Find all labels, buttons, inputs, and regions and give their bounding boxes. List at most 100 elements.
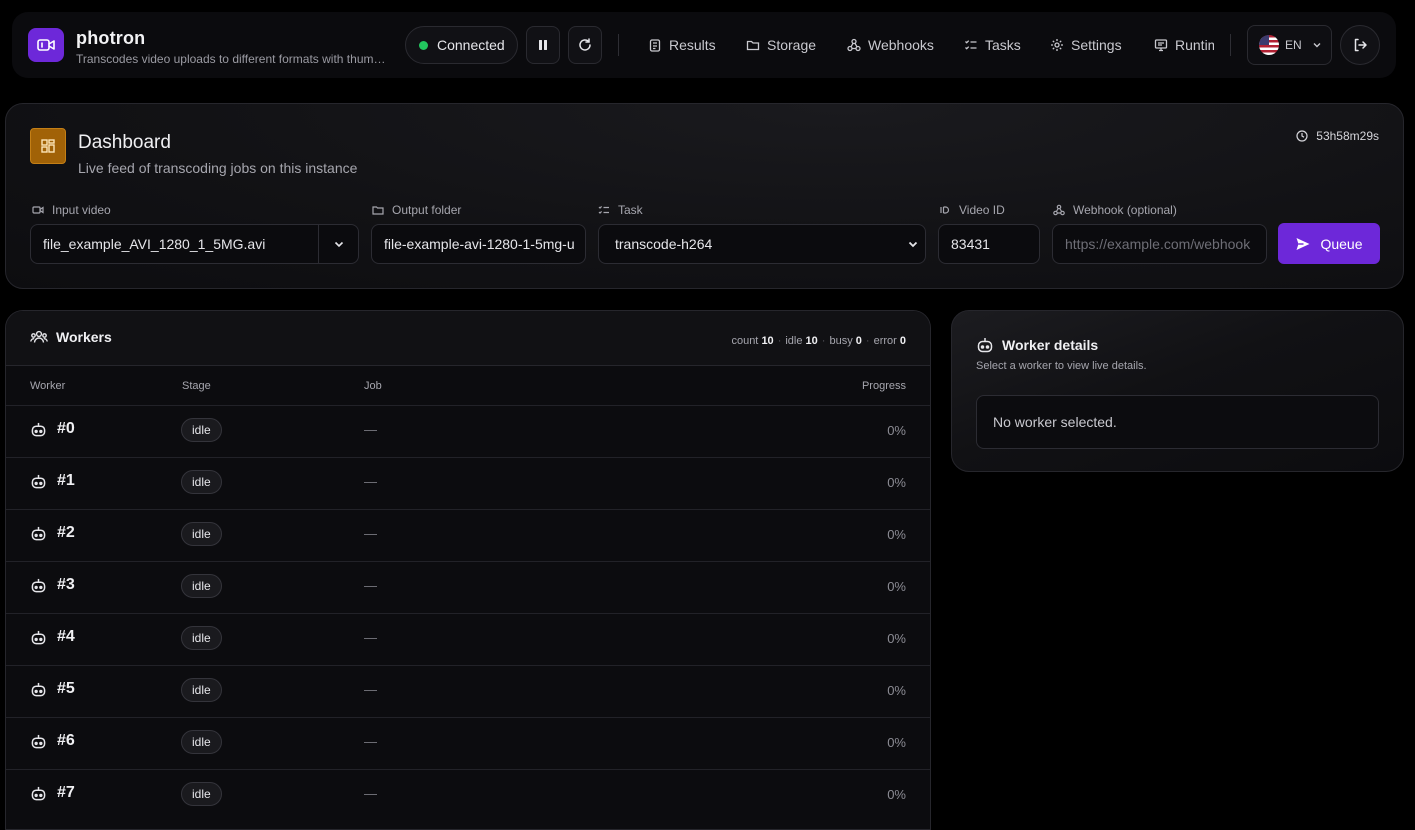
task-select[interactable]: transcode-h264 (598, 224, 926, 264)
divider (1230, 34, 1231, 56)
worker-stats: count 10 · idle 10 · busy 0 · error 0 (731, 335, 906, 347)
uptime-value: 53h58m29s (1316, 129, 1379, 143)
worker-id: #1 (30, 472, 75, 490)
video-icon (32, 206, 44, 214)
status-badge: idle (181, 782, 222, 806)
refresh-icon (579, 38, 591, 51)
tasks-icon (598, 205, 609, 214)
job-cell: — (364, 734, 377, 749)
page-subtitle: Live feed of transcoding jobs on this in… (78, 160, 358, 176)
pause-icon (539, 40, 547, 50)
worker-id: #5 (30, 680, 75, 698)
job-cell: — (364, 786, 377, 801)
task-label: Task (598, 203, 643, 217)
video-id-input[interactable]: 83431 (938, 224, 1040, 264)
bot-icon (31, 422, 46, 436)
folder-icon (746, 40, 760, 51)
workers-panel: Workers count 10 · idle 10 · busy 0 · error 0 … (5, 310, 931, 830)
us-flag-icon (1259, 35, 1279, 55)
dashboard-icon (30, 128, 66, 164)
column-job: Job (364, 380, 382, 392)
nav-storage[interactable]: Storage (746, 34, 816, 56)
worker-id: #2 (30, 524, 75, 542)
table-row[interactable]: #2 idle — 0% (6, 509, 930, 561)
worker-details-title: Worker details (1002, 337, 1099, 353)
nav-tasks[interactable]: Tasks (964, 34, 1021, 56)
language-select[interactable]: EN (1247, 25, 1332, 65)
worker-id: #7 (30, 784, 75, 802)
id-icon (940, 206, 950, 214)
input-video-select[interactable]: file_example_AVI_1280_1_5MG.avi (30, 224, 359, 264)
job-cell: — (364, 526, 377, 541)
dashboard-panel: Dashboard Live feed of transcoding jobs … (5, 103, 1404, 289)
workers-header: Workers count 10 · idle 10 · busy 0 · error 0 (6, 311, 930, 366)
status-badge: idle (181, 626, 222, 650)
refresh-button[interactable] (568, 26, 602, 64)
nav-settings-label: Settings (1071, 37, 1122, 53)
nav-webhooks-label: Webhooks (868, 37, 934, 53)
chevron-down-icon[interactable] (318, 225, 358, 263)
clipboard-icon (649, 39, 661, 52)
app-logo-icon (28, 28, 64, 62)
nav-runtime[interactable]: Runtime (1154, 34, 1214, 56)
output-folder-label: Output folder (372, 203, 461, 217)
progress-cell: 0% (887, 735, 906, 750)
progress-cell: 0% (887, 423, 906, 438)
status-badge: idle (181, 522, 222, 546)
input-video-label: Input video (32, 203, 111, 217)
table-row[interactable]: #4 idle — 0% (6, 613, 930, 665)
status-badge: idle (181, 678, 222, 702)
nav-storage-label: Storage (767, 37, 817, 53)
status-badge: idle (181, 470, 222, 494)
worker-details-subtitle: Select a worker to view live details. (976, 360, 1147, 372)
connection-status[interactable]: Connected (405, 26, 518, 64)
job-cell: — (364, 682, 377, 697)
logout-button[interactable] (1340, 25, 1380, 65)
status-dot-icon (419, 40, 428, 50)
tasks-icon (965, 40, 977, 50)
connection-status-label: Connected (437, 37, 505, 53)
webhook-input[interactable]: https://example.com/webhook (1052, 224, 1267, 264)
table-row[interactable]: #3 idle — 0% (6, 561, 930, 613)
table-row[interactable]: #6 idle — 0% (6, 717, 930, 769)
job-cell: — (364, 578, 377, 593)
nav-results-label: Results (669, 37, 716, 53)
clock-icon (1296, 130, 1308, 142)
app-subtitle: Transcodes video uploads to different fo… (76, 52, 388, 66)
webhook-icon (1053, 204, 1065, 216)
folder-icon (372, 206, 384, 215)
chevron-down-icon (908, 241, 918, 248)
video-id-label: Video ID (939, 203, 1005, 217)
pause-button[interactable] (526, 26, 560, 64)
queue-button[interactable]: Queue (1278, 223, 1380, 264)
bot-icon (31, 578, 46, 592)
worker-id: #3 (30, 576, 75, 594)
chevron-down-icon (1313, 43, 1321, 48)
column-worker: Worker (30, 380, 66, 392)
nav-settings[interactable]: Settings (1050, 34, 1122, 56)
bot-icon (31, 526, 46, 540)
progress-cell: 0% (887, 787, 906, 802)
nav-webhooks[interactable]: Webhooks (847, 34, 934, 56)
table-row[interactable]: #5 idle — 0% (6, 665, 930, 717)
table-row[interactable]: #7 idle — 0% (6, 769, 930, 821)
send-icon (1296, 237, 1310, 250)
output-folder-input[interactable]: file-example-avi-1280-1-5mg-u (371, 224, 586, 264)
job-cell: — (364, 474, 377, 489)
column-progress: Progress (861, 380, 906, 392)
bot-icon (31, 682, 46, 696)
top-bar: photron Transcodes video uploads to diff… (12, 12, 1396, 78)
bot-icon (31, 630, 46, 644)
nav-results[interactable]: Results (648, 34, 716, 56)
table-row[interactable]: #1 idle — 0% (6, 457, 930, 509)
progress-cell: 0% (887, 475, 906, 490)
table-row[interactable]: #0 idle — 0% (6, 405, 930, 457)
worker-id: #6 (30, 732, 75, 750)
bot-icon (31, 474, 46, 488)
job-cell: — (364, 630, 377, 645)
logout-icon (1354, 38, 1367, 52)
status-badge: idle (181, 730, 222, 754)
webhook-icon (847, 38, 861, 52)
bot-icon (31, 786, 46, 800)
uptime: 53h58m29s (1296, 129, 1379, 143)
